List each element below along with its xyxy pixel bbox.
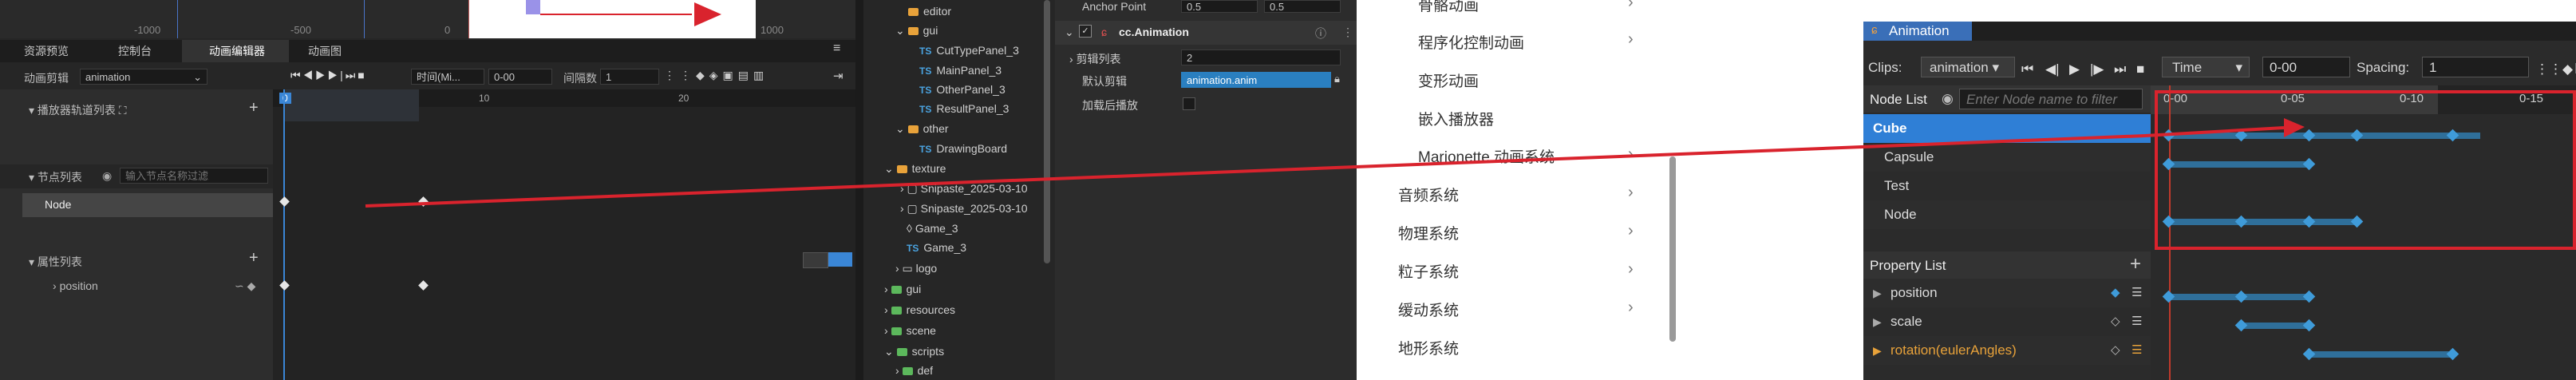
annotation-line [365, 134, 2146, 208]
annotation-arrow [365, 118, 2305, 208]
annotation-line-end [2144, 126, 2285, 137]
annotation-arrowhead [2284, 118, 2305, 137]
